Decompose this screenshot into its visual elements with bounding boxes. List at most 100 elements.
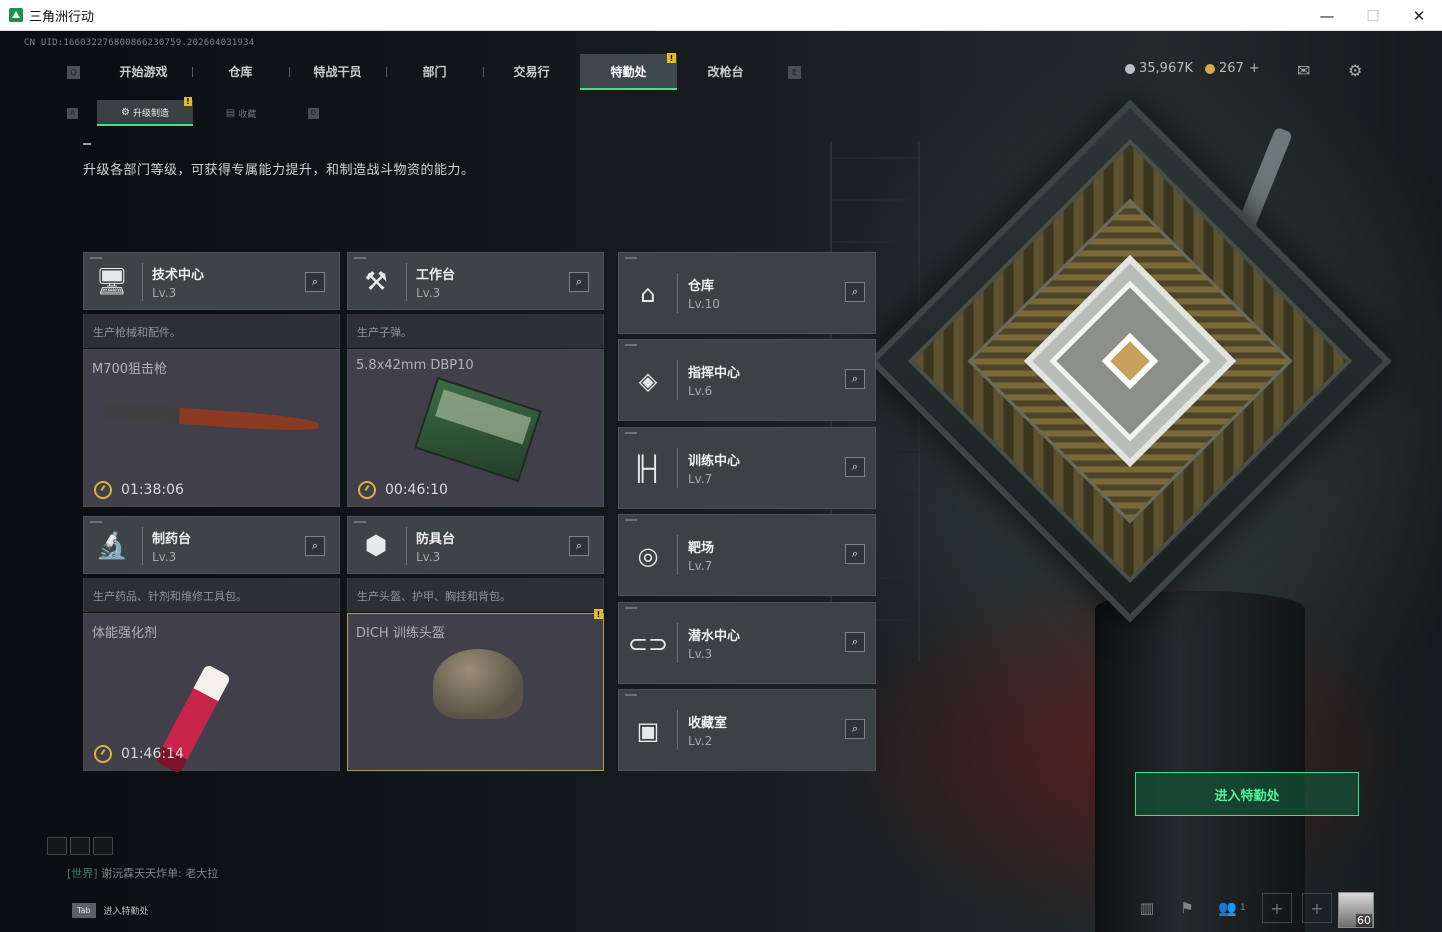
tab-departments[interactable]: 部门 [386, 54, 483, 90]
helmet-image [433, 649, 523, 719]
dept-name: 靶场 [688, 541, 715, 556]
craft-item-name: DICH 训练头盔 [356, 626, 445, 641]
tab-hint[interactable]: Tab 进入特勤处 [67, 898, 149, 922]
craft-slot-armor-bench[interactable]: DICH 训练头盔 ! [347, 609, 604, 771]
dept-card-workbench[interactable]: ⚒ 工作台 Lv.3 ⌕ [347, 252, 604, 310]
friends-icon[interactable]: 👥 1 [1212, 893, 1252, 923]
dept-level: Lv.3 [152, 550, 177, 564]
craft-slot-workbench[interactable]: 5.8x42mm DBP10 00:46:10 [347, 349, 604, 507]
stats-icon[interactable]: ▥ [1132, 893, 1162, 923]
window-title: 三角洲行动 [29, 9, 95, 25]
subtab-collection-label: 收藏 [238, 109, 257, 120]
nav-next-key[interactable]: E [788, 65, 801, 79]
search-icon[interactable]: ⌕ [305, 272, 325, 292]
gold-coin-icon [1205, 63, 1216, 74]
search-icon[interactable]: ⌕ [845, 719, 865, 739]
maximize-button[interactable]: ☐ [1350, 0, 1396, 31]
dept-name: 防具台 [416, 532, 456, 547]
dept-card-training-center[interactable]: ╟┤ 训练中心 Lv.7 ⌕ [618, 427, 876, 509]
collection-icon: ▤ [225, 107, 236, 119]
search-icon[interactable]: ⌕ [569, 536, 589, 556]
mail-icon[interactable]: ✉ [1297, 61, 1310, 80]
enter-special-ops-button[interactable]: 进入特勤处 [1135, 772, 1359, 816]
subtab-upgrade-craft-label: 升级制造 [132, 108, 169, 119]
cubes-icon: ⬢ [364, 531, 388, 561]
dept-card-pharmacy[interactable]: 🔬 制药台 Lv.3 ⌕ [83, 516, 340, 574]
dept-name: 制药台 [152, 532, 192, 547]
craft-timer: 01:38:06 [94, 481, 184, 499]
dumbbell-icon: ╟┤ [633, 455, 663, 483]
warehouse-icon: ⌂ [640, 280, 656, 308]
search-icon[interactable]: ⌕ [569, 272, 589, 292]
search-icon[interactable]: ⌕ [845, 282, 865, 302]
silver-amount: 35,967K [1139, 61, 1194, 76]
currency-bar: 35,967K 267 + [1125, 61, 1260, 76]
app-logo-icon [9, 8, 23, 22]
dept-card-tech-center[interactable]: 🖥 技术中心 Lv.3 ⌕ [83, 252, 340, 310]
microscope-icon: 🔬 [95, 531, 129, 561]
invite-slot-1[interactable]: + [1262, 893, 1292, 923]
timer-icon [94, 481, 112, 499]
tab-special-ops[interactable]: 特勤处 ! [580, 53, 677, 90]
ammo-box-image [414, 376, 542, 483]
dept-card-command-center[interactable]: ◈ 指挥中心 Lv.6 ⌕ [618, 339, 876, 421]
mini-panels [47, 837, 113, 855]
search-icon[interactable]: ⌕ [845, 369, 865, 389]
player-uid: CN UID:166032276800866230759.20260403193… [24, 38, 255, 48]
add-currency-button[interactable]: + [1249, 61, 1260, 76]
dept-card-diving-center[interactable]: ⊂⊃ 潜水中心 Lv.3 ⌕ [618, 602, 876, 684]
dept-name: 收藏室 [688, 716, 728, 731]
dept-card-armor-bench[interactable]: ⬢ 防具台 Lv.3 ⌕ [347, 516, 604, 574]
dept-name: 仓库 [688, 279, 715, 294]
subtab-alert-badge: ! [184, 97, 192, 106]
tab-warehouse[interactable]: 仓库 [192, 54, 289, 90]
craft-slot-pharmacy[interactable]: 体能强化剂 01:46:14 [83, 613, 340, 775]
subnav-next-key[interactable]: D [308, 107, 319, 119]
tab-start-game[interactable]: 开始游戏 [95, 54, 192, 90]
dept-level: Lv.3 [688, 647, 713, 661]
dept-level: Lv.7 [688, 472, 713, 486]
dept-level: Lv.3 [416, 550, 441, 564]
subtab-collection[interactable]: ▤ 收藏 [193, 100, 289, 126]
special-ops-cube-model [868, 99, 1392, 623]
player-level: 60 [1356, 914, 1372, 927]
gear-icon[interactable]: ⚙ [1348, 61, 1362, 80]
dept-name: 指挥中心 [688, 366, 741, 381]
invite-slot-2[interactable]: + [1302, 893, 1332, 923]
tab-special-ops-label: 特勤处 [610, 64, 647, 79]
craft-icon: ⚙ [121, 106, 130, 118]
craft-ready-badge: ! [594, 609, 603, 619]
dept-card-shooting-range[interactable]: ◎ 靶场 Lv.7 ⌕ [618, 514, 876, 596]
nav-prev-key[interactable]: Q [67, 65, 80, 79]
search-icon[interactable]: ⌕ [305, 536, 325, 556]
avatar[interactable]: 60 [1338, 892, 1374, 928]
search-icon[interactable]: ⌕ [845, 632, 865, 652]
chat-line[interactable]: [世界] 谢沅霖天天炸单: 老大拉 [67, 865, 218, 881]
bottom-bar: ▥ ⚑ 👥 1 + + [1132, 893, 1332, 923]
tab-gunsmith[interactable]: 改枪台 [677, 54, 774, 90]
search-icon[interactable]: ⌕ [845, 457, 865, 477]
search-icon[interactable]: ⌕ [845, 544, 865, 564]
dept-desc: 生产药品、针剂和维修工具包。 [83, 578, 340, 612]
close-button[interactable]: ✕ [1396, 0, 1442, 31]
dept-desc: 生产子弹。 [347, 314, 604, 348]
game-viewport: CN UID:166032276800866230759.20260403193… [0, 31, 1442, 932]
chat-channel: [世界] [67, 867, 98, 880]
dept-card-collection-room[interactable]: ▣ 收藏室 Lv.2 ⌕ [618, 689, 876, 771]
tab-operators[interactable]: 特战干员 [289, 54, 386, 90]
subnav-prev-key[interactable]: A [67, 107, 78, 119]
dept-name: 潜水中心 [688, 629, 741, 644]
flag-icon[interactable]: ⚑ [1172, 893, 1202, 923]
subtab-upgrade-craft[interactable]: ⚙ 升级制造 ! [97, 97, 193, 126]
dept-level: Lv.6 [688, 384, 713, 398]
minimize-button[interactable]: — [1304, 0, 1350, 31]
target-icon: ◎ [637, 542, 659, 570]
craft-slot-tech-center[interactable]: M700狙击枪 01:38:06 [83, 349, 340, 507]
craft-item-name: M700狙击枪 [92, 362, 168, 377]
goggles-icon: ⊂⊃ [627, 630, 669, 658]
tab-trade[interactable]: 交易行 [483, 54, 580, 90]
dept-card-warehouse[interactable]: ⌂ 仓库 Lv.10 ⌕ [618, 252, 876, 334]
tab-alert-badge: ! [667, 53, 676, 63]
intro-text: 升级各部门等级，可获得专属能力提升，和制造战斗物资的能力。 [83, 163, 475, 178]
dept-name: 技术中心 [152, 268, 205, 283]
